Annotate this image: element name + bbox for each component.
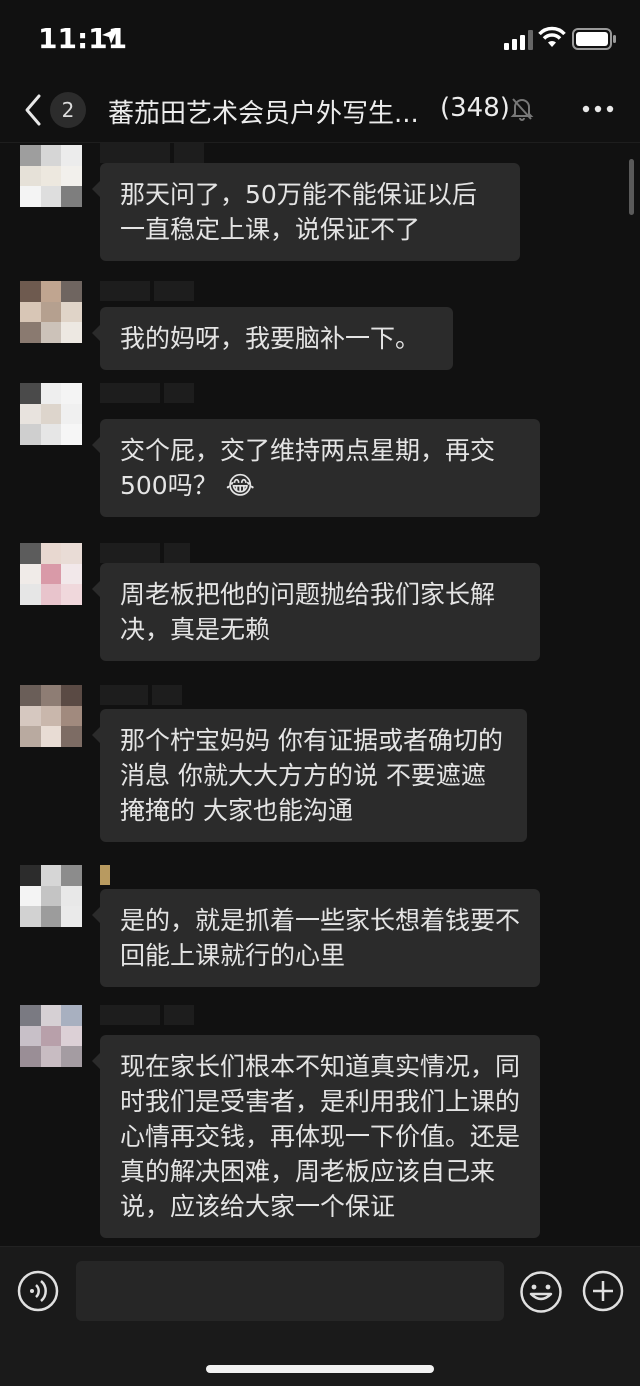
chat-title[interactable]: 蕃茄田艺术会员户外写生... [108, 93, 430, 130]
plus-icon[interactable] [582, 1270, 624, 1312]
unread-badge[interactable]: 2 [50, 92, 86, 128]
member-count: (348) [440, 93, 510, 123]
bell-muted-icon [510, 98, 534, 121]
sender-name-redacted [100, 281, 198, 307]
wifi-icon [538, 26, 566, 47]
avatar[interactable] [20, 281, 82, 343]
avatar[interactable] [20, 1005, 82, 1067]
message-text: 周老板把他的问题抛给我们家长解决，真是无赖 [120, 580, 496, 644]
emoji-icon[interactable] [519, 1270, 563, 1314]
message-text: 那天问了，50万能不能保证以后一直稳定上课，说保证不了 [120, 180, 477, 244]
sender-name-redacted [100, 685, 186, 711]
message-bubble[interactable]: 周老板把他的问题抛给我们家长解决，真是无赖 [92, 563, 540, 661]
message-bubble[interactable]: 那天问了，50万能不能保证以后一直稳定上课，说保证不了 [92, 163, 520, 261]
message-input[interactable] [76, 1261, 504, 1321]
sender-name-redacted [100, 383, 198, 409]
chat-input-bar [0, 1246, 640, 1386]
status-bar: 11:11 [0, 0, 640, 80]
avatar[interactable] [20, 865, 82, 927]
avatar[interactable] [20, 543, 82, 605]
message-bubble[interactable]: 现在家长们根本不知道真实情况，同时我们是受害者，是利用我们上课的心情再交钱，再体… [92, 1035, 540, 1238]
message-bubble[interactable]: 交个屁，交了维持两点星期，再交500吗？ 😂 [92, 419, 540, 517]
message-bubble[interactable]: 是的，就是抓着一些家长想着钱要不回能上课就行的心里 [92, 889, 540, 987]
avatar[interactable] [20, 383, 82, 445]
location-arrow-icon [102, 28, 118, 44]
message-text: 现在家长们根本不知道真实情况，同时我们是受害者，是利用我们上课的心情再交钱，再体… [120, 1052, 521, 1221]
battery-icon [572, 28, 616, 50]
message-bubble[interactable]: 我的妈呀，我要脑补一下。 [92, 307, 453, 370]
message-text: 是的，就是抓着一些家长想着钱要不回能上课就行的心里 [120, 906, 521, 970]
message-text: 那个柠宝妈妈 你有证据或者确切的消息 你就大大方方的说 不要遮遮掩掩的 大家也能… [120, 726, 503, 825]
scrollbar[interactable] [629, 159, 634, 215]
chat-header: 2 蕃茄田艺术会员户外写生... (348) [0, 80, 640, 143]
message-bubble[interactable]: 那个柠宝妈妈 你有证据或者确切的消息 你就大大方方的说 不要遮遮掩掩的 大家也能… [92, 709, 527, 842]
avatar[interactable] [20, 145, 82, 207]
voice-icon[interactable] [17, 1270, 59, 1312]
message-text: 我的妈呀，我要脑补一下。 [120, 324, 421, 353]
home-indicator[interactable] [206, 1365, 434, 1373]
cellular-signal-icon [504, 30, 533, 50]
more-dots-icon[interactable] [578, 94, 618, 124]
sender-name-redacted [100, 865, 114, 891]
message-list[interactable]: 那天问了，50万能不能保证以后一直稳定上课，说保证不了 我的妈呀，我要脑补一下。… [0, 143, 640, 1246]
message-text: 交个屁，交了维持两点星期，再交500吗？ [120, 436, 496, 500]
crying-laughing-emoji-icon: 😂 [225, 471, 255, 500]
sender-name-redacted [100, 1005, 198, 1031]
avatar[interactable] [20, 685, 82, 747]
chevron-left-icon[interactable] [22, 92, 44, 128]
